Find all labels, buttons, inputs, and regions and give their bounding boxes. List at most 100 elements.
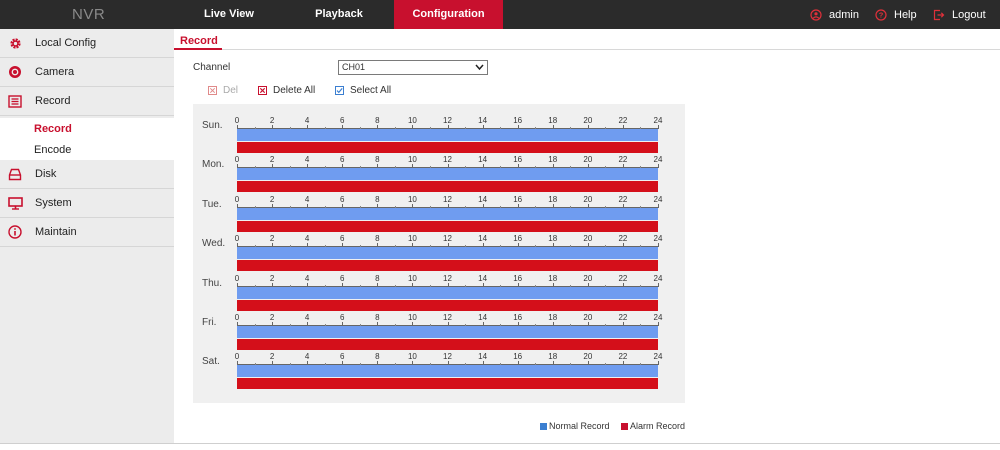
username: admin (829, 8, 859, 21)
hour-tick-label: 8 (375, 273, 380, 283)
hour-tick-label: 24 (653, 116, 663, 125)
svg-text:?: ? (879, 10, 884, 19)
delete-icon (208, 86, 217, 95)
day-label: Mon. (202, 159, 225, 171)
hour-tick-label: 0 (234, 234, 240, 244)
hour-tick-label: 20 (583, 234, 593, 244)
alarm-record-bar[interactable] (237, 299, 658, 311)
normal-record-bar[interactable] (237, 168, 658, 181)
sidebar-item-label: Record (35, 95, 71, 107)
hour-tick-label: 18 (548, 352, 558, 362)
hour-tick-label: 8 (375, 116, 380, 125)
channel-select-value: CH01 (342, 62, 366, 72)
tick-mark (658, 125, 659, 129)
sidebar-item-local-config[interactable]: Local Config (0, 29, 174, 58)
sidebar-subitem-encode[interactable]: Encode (0, 139, 174, 160)
hour-tick-label: 4 (304, 313, 310, 322)
sidebar-item-record[interactable]: Record (0, 87, 174, 116)
hour-tick-label: 24 (653, 234, 663, 244)
normal-record-swatch (540, 422, 547, 430)
normal-record-bar[interactable] (237, 365, 658, 378)
select-all-label: Select All (350, 85, 392, 96)
tab-playback[interactable]: Playback (287, 0, 391, 29)
hour-tick-label: 18 (548, 313, 558, 322)
normal-record-bar[interactable] (237, 286, 658, 299)
hour-tick-label: 24 (653, 313, 663, 322)
page-title[interactable]: Record (180, 35, 218, 47)
brand-logo: NVR (72, 6, 106, 23)
hour-tick-label: 20 (583, 352, 593, 362)
tick-mark (658, 164, 659, 169)
alarm-record-bar[interactable] (237, 220, 658, 232)
camera-icon (7, 64, 23, 80)
hour-tick-label: 20 (583, 116, 593, 125)
hour-tick-label: 18 (548, 273, 558, 283)
hour-tick-label: 14 (478, 116, 488, 125)
info-icon (7, 224, 23, 240)
alarm-record-bar[interactable] (237, 142, 658, 153)
tab-configuration[interactable]: Configuration (394, 0, 503, 29)
hour-tick-label: 6 (340, 352, 345, 362)
hour-tick-label: 4 (304, 273, 310, 283)
hour-tick-label: 12 (443, 116, 452, 125)
del-button[interactable]: Del (208, 85, 238, 96)
sidebar-item-label: Disk (35, 168, 57, 180)
alarm-record-bar[interactable] (237, 339, 658, 350)
record-icon (7, 93, 23, 109)
checkbox-icon (335, 86, 344, 95)
logout-link[interactable]: Logout (933, 0, 986, 29)
hour-tick-label: 18 (548, 234, 558, 244)
hour-tick-label: 4 (304, 116, 310, 125)
channel-select[interactable]: CH01 (338, 60, 488, 75)
alarm-record-label: Alarm Record (630, 421, 686, 431)
select-all-button[interactable]: Select All (335, 85, 391, 96)
hour-tick-label: 12 (443, 313, 452, 322)
hour-tick-label: 10 (407, 234, 417, 244)
day-label: Fri. (202, 317, 217, 328)
chevron-down-icon (475, 64, 484, 71)
monitor-icon (7, 195, 23, 211)
user-menu[interactable]: admin (810, 0, 859, 29)
hour-tick-label: 14 (478, 194, 488, 204)
delete-all-button[interactable]: Delete All (258, 85, 315, 96)
hour-tick-label: 14 (478, 352, 488, 362)
tick-mark (658, 203, 659, 208)
hour-tick-label: 8 (375, 352, 380, 362)
alarm-record-bar[interactable] (237, 260, 658, 272)
hour-tick-label: 20 (583, 155, 593, 165)
normal-record-bar[interactable] (237, 129, 658, 141)
tab-live-view[interactable]: Live View (178, 0, 280, 29)
hour-tick-label: 4 (304, 352, 310, 362)
hour-tick-label: 14 (478, 155, 488, 165)
day-label: Tue. (202, 198, 222, 210)
hour-tick-label: 22 (618, 234, 628, 244)
disk-icon (7, 166, 23, 182)
tick-mark (658, 243, 659, 248)
hour-tick-label: 22 (618, 194, 628, 204)
sidebar-item-camera[interactable]: Camera (0, 58, 174, 87)
hour-tick-label: 22 (618, 155, 628, 165)
alarm-record-bar[interactable] (237, 378, 658, 390)
normal-record-bar[interactable] (237, 326, 658, 338)
sidebar-subitem-record[interactable]: Record (0, 118, 174, 139)
hour-tick-label: 4 (304, 194, 310, 204)
help-link[interactable]: ? Help (875, 0, 917, 29)
hour-tick-label: 0 (234, 273, 240, 283)
hour-tick-label: 8 (375, 155, 380, 165)
normal-record-bar[interactable] (237, 247, 658, 260)
alarm-record-bar[interactable] (237, 181, 658, 193)
delete-all-icon (258, 86, 267, 95)
hour-tick-label: 6 (340, 313, 345, 322)
sidebar-item-system[interactable]: System (0, 189, 174, 218)
sidebar-item-disk[interactable]: Disk (0, 160, 174, 189)
hour-tick-label: 20 (583, 313, 593, 322)
day-label: Sun. (202, 120, 223, 131)
hour-tick-label: 12 (443, 194, 452, 204)
hour-tick-label: 24 (653, 352, 663, 362)
normal-record-bar[interactable] (237, 207, 658, 220)
hour-tick-label: 16 (513, 234, 523, 244)
hour-tick-label: 10 (407, 116, 417, 125)
hour-tick-label: 2 (269, 313, 275, 322)
help-label: Help (894, 8, 917, 21)
sidebar-item-maintain[interactable]: Maintain (0, 218, 174, 247)
